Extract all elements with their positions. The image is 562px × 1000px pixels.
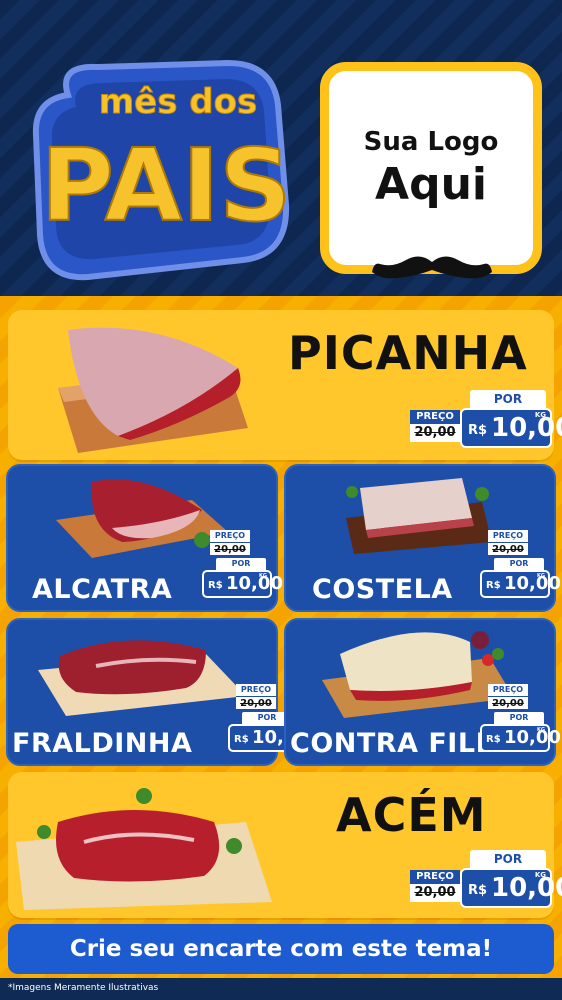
logo-line2: Aqui <box>375 158 487 210</box>
product-name-acem: ACÉM <box>336 788 487 842</box>
new-price-box: R$ 10,00 KG <box>460 408 562 448</box>
preco-label: PREÇO <box>410 410 460 424</box>
logo-placeholder: Sua Logo Aqui <box>320 62 542 274</box>
unit: KG <box>537 727 545 733</box>
preco-label: PREÇO <box>410 870 460 884</box>
new-price: 10,00 <box>504 573 561 594</box>
old-price: 20,00 <box>488 542 528 555</box>
por-label: POR <box>470 850 546 868</box>
unit: KG <box>534 871 546 879</box>
old-price: 20,00 <box>236 696 276 709</box>
create-flyer-button[interactable]: Crie seu encarte com este tema! <box>8 924 554 974</box>
currency: R$ <box>234 734 249 745</box>
unit: KG <box>534 411 546 419</box>
old-price: 20,00 <box>410 884 460 902</box>
new-price-box: R$ 10,00 KG <box>480 570 561 598</box>
price-tag-alcatra: PREÇO 20,00 POR R$ 10,00 KG <box>172 530 283 598</box>
new-price-box: R$ 10,00 KG <box>202 570 283 598</box>
new-price: 10,00 <box>491 413 562 443</box>
por-label: POR <box>494 558 544 570</box>
currency: R$ <box>468 883 488 898</box>
price-tag-contra-file: PREÇO 20,00 POR R$ 10,00 KG <box>450 684 561 752</box>
product-name-picanha: PICANHA <box>288 326 528 380</box>
old-price: 20,00 <box>210 542 250 555</box>
badge-line1: mês dos <box>99 82 258 122</box>
badge-line2: PAIS <box>41 127 290 244</box>
price-tag-acem: POR PREÇO 20,00 R$ 10,00 KG <box>410 850 562 910</box>
unit: KG <box>537 573 545 579</box>
acem-image <box>16 788 272 910</box>
footer-disclaimer: *Imagens Meramente Ilustrativas <box>0 978 562 1000</box>
new-price: 10,00 <box>504 727 561 748</box>
por-label: POR <box>470 390 546 408</box>
product-name-fraldinha: FRALDINHA <box>12 728 193 759</box>
currency: R$ <box>468 423 488 438</box>
logo-line1: Sua Logo <box>363 126 499 157</box>
new-price: 10,00 <box>226 573 283 594</box>
preco-label: PREÇO <box>488 530 528 542</box>
price-tag-fraldinha: PREÇO 20,00 POR R$ 10,00 KG <box>198 684 309 752</box>
preco-label: PREÇO <box>210 530 250 542</box>
product-name-costela: COSTELA <box>312 574 453 605</box>
mustache-icon <box>372 256 492 279</box>
unit: KG <box>259 573 267 579</box>
mes-dos-pais-badge: mês dos PAIS <box>28 55 292 285</box>
new-price: 10,00 <box>491 873 562 903</box>
por-label: POR <box>216 558 266 570</box>
old-price: 20,00 <box>488 696 528 709</box>
currency: R$ <box>486 580 501 591</box>
badge-graphic: mês dos PAIS <box>32 59 292 281</box>
currency: R$ <box>486 734 501 745</box>
old-price: 20,00 <box>410 424 460 442</box>
preco-label: PREÇO <box>236 684 276 696</box>
currency: R$ <box>208 580 223 591</box>
new-price-box: R$ 10,00 KG <box>460 868 562 908</box>
por-label: POR <box>494 712 544 724</box>
new-price-box: R$ 10,00 KG <box>480 724 561 752</box>
header: mês dos PAIS Sua Logo Aqui <box>0 0 562 300</box>
preco-label: PREÇO <box>488 684 528 696</box>
picanha-image <box>58 327 248 453</box>
product-name-alcatra: ALCATRA <box>32 574 173 605</box>
price-tag-costela: PREÇO 20,00 POR R$ 10,00 KG <box>450 530 561 598</box>
price-tag-picanha: POR PREÇO 20,00 R$ 10,00 KG <box>410 390 562 450</box>
